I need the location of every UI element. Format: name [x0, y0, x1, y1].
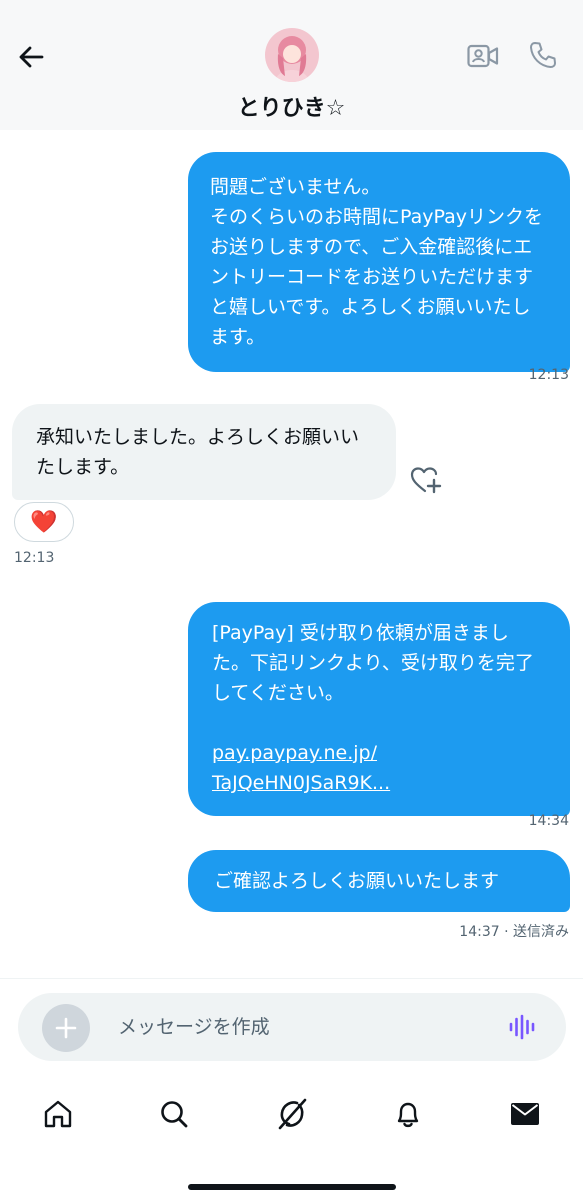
waveform-icon	[509, 1014, 535, 1040]
conversation-header: とりひき☆	[0, 0, 583, 130]
home-icon	[44, 1100, 72, 1128]
tab-grok[interactable]	[272, 1094, 312, 1134]
message-text: ご確認よろしくお願いいたします	[214, 870, 500, 892]
bottom-tab-bar	[0, 1086, 583, 1142]
plus-icon	[55, 1017, 77, 1039]
video-call-button[interactable]	[464, 38, 502, 74]
phone-icon	[530, 42, 556, 68]
tab-notifications[interactable]	[388, 1094, 428, 1134]
message-composer	[18, 993, 566, 1061]
voice-message-button[interactable]	[506, 1013, 538, 1041]
contact-name[interactable]: とりひき☆	[0, 90, 583, 122]
message-text: 問題ございません。 そのくらいのお時間にPayPayリンクをお送りしますので、ご…	[210, 176, 543, 348]
search-icon	[161, 1101, 188, 1128]
home-indicator	[188, 1184, 396, 1190]
message-text: [PayPay] 受け取り依頼が届きました。下記リンクより、受け取りを完了してく…	[212, 622, 534, 704]
message-timestamp: 12:13	[14, 550, 55, 566]
voice-call-button[interactable]	[524, 36, 562, 74]
message-input[interactable]	[118, 1011, 478, 1043]
avatar[interactable]	[265, 28, 319, 82]
mail-icon	[511, 1103, 539, 1125]
add-reaction-button[interactable]	[410, 465, 444, 495]
heart-plus-icon	[410, 467, 442, 494]
message-status: 14:37 · 送信済み	[459, 924, 569, 940]
tab-search[interactable]	[154, 1094, 194, 1134]
back-button[interactable]	[12, 38, 50, 76]
reaction-badge[interactable]: ❤️	[14, 502, 74, 542]
divider	[0, 978, 583, 979]
paypay-link-continued[interactable]: TaJQeHN0JSaR9K...	[212, 768, 546, 798]
message-timestamp: 12:13	[528, 367, 569, 383]
heart-reaction: ❤️	[30, 509, 58, 535]
arrow-left-icon	[19, 46, 44, 68]
message-bubble-outgoing[interactable]: 問題ございません。 そのくらいのお時間にPayPayリンクをお送りしますので、ご…	[188, 152, 570, 372]
message-timestamp: 14:34	[528, 813, 569, 829]
message-bubble-outgoing[interactable]: ご確認よろしくお願いいたします	[188, 850, 570, 912]
tab-home[interactable]	[38, 1094, 78, 1134]
add-media-button[interactable]	[42, 1004, 90, 1052]
bell-icon	[397, 1102, 419, 1128]
message-text: 承知いたしました。よろしくお願いいたします。	[36, 426, 360, 478]
message-bubble-outgoing[interactable]: [PayPay] 受け取り依頼が届きました。下記リンクより、受け取りを完了してく…	[188, 602, 570, 816]
video-camera-icon	[467, 44, 499, 68]
tab-messages[interactable]	[505, 1094, 545, 1134]
message-bubble-incoming[interactable]: 承知いたしました。よろしくお願いいたします。	[12, 404, 396, 500]
paypay-link[interactable]: pay.paypay.ne.jp/	[212, 738, 546, 768]
grok-icon	[278, 1098, 307, 1130]
